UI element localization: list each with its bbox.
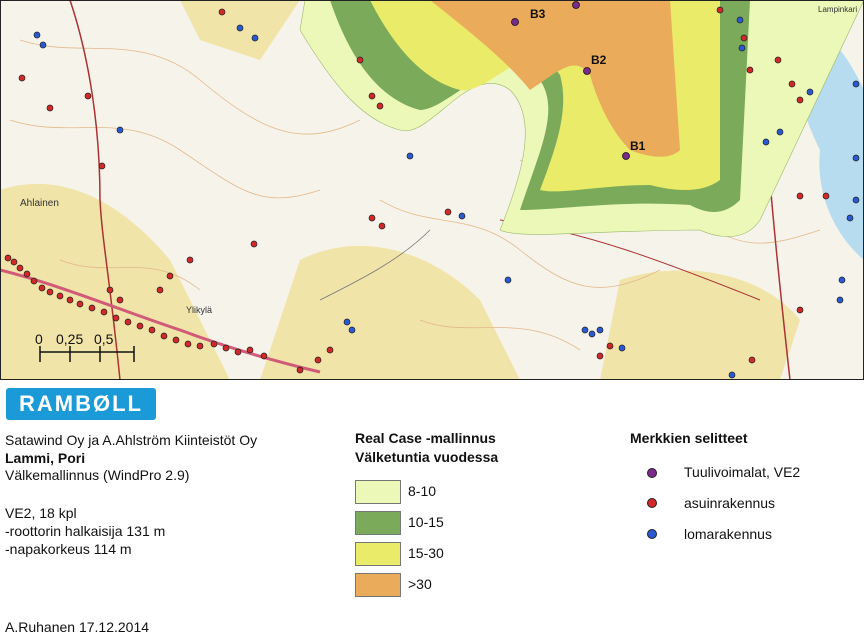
turbine-label: B2 <box>591 53 607 67</box>
legend-title: Real Case -mallinnus <box>355 430 496 446</box>
turbine-symbol <box>647 468 657 478</box>
legend-swatch <box>355 573 401 597</box>
symbols-title: Merkkien selitteet <box>630 430 748 446</box>
legend-subtitle: Välketuntia vuodessa <box>355 449 499 465</box>
legend-label: 10-15 <box>408 514 444 530</box>
legend-swatch <box>355 511 401 535</box>
symbol-label: Tuulivoimalat, VE2 <box>684 464 801 480</box>
turbine-marker <box>583 67 591 75</box>
legend-label: 8-10 <box>408 483 437 499</box>
residential-symbol <box>647 498 657 508</box>
place-label: Ylikylä <box>186 305 212 315</box>
holiday-symbol <box>647 529 657 539</box>
map-panel: B3 B2 B1 Ahlainen Ylikylä Lampinkari 0 0… <box>0 0 864 380</box>
place-label: Lampinkari <box>818 5 857 14</box>
place-label: Ahlainen <box>20 198 59 209</box>
legend-label: >30 <box>408 576 432 592</box>
symbol-label: asuinrakennus <box>684 495 776 511</box>
model-text: Välkemallinnus (WindPro 2.9) <box>5 467 190 483</box>
turbine-marker <box>572 1 580 9</box>
scale-label: 0 <box>35 331 43 347</box>
rotor-text: -roottorin halkaisija 131 m <box>5 523 166 539</box>
layout-text: VE2, 18 kpl <box>5 505 77 521</box>
legend-label: 15-30 <box>408 545 444 561</box>
turbine-label: B3 <box>530 7 546 21</box>
project-text: Lammi, Pori <box>5 450 86 466</box>
turbine-label: B1 <box>630 139 646 153</box>
hub-text: -napakorkeus 114 m <box>5 541 132 557</box>
map-svg: B3 B2 B1 Ahlainen Ylikylä Lampinkari 0 0… <box>0 0 864 380</box>
scale-label: 0,5 <box>94 331 114 347</box>
ramboll-logo: RAMBØLL <box>6 388 156 420</box>
symbol-label: lomarakennus <box>684 526 772 542</box>
scale-label: 0,25 <box>56 331 83 347</box>
legend-swatch <box>355 480 401 504</box>
turbine-marker <box>511 18 519 26</box>
client-text: Satawind Oy ja A.Ahlström Kiinteistöt Oy <box>5 432 258 448</box>
legend-swatch <box>355 542 401 566</box>
author-date: A.Ruhanen 17.12.2014 <box>5 619 150 635</box>
turbine-marker <box>622 152 630 160</box>
